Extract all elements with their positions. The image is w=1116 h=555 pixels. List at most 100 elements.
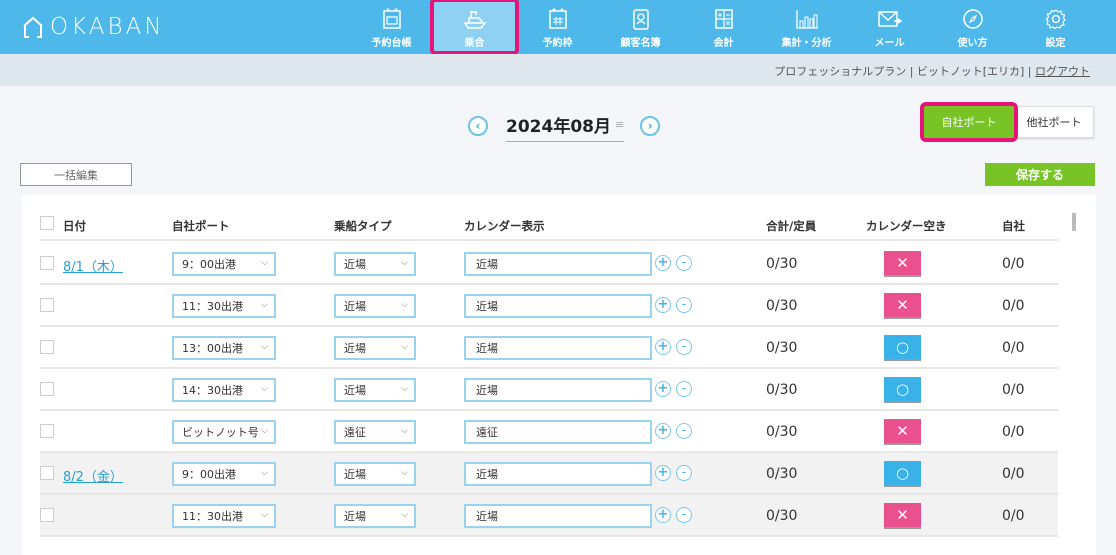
- table-row: ビットノット号 ⌵ 遠征 ⌵ 遠征 + -0/30 ✕ 0/0: [40, 411, 1058, 453]
- add-row-button[interactable]: +: [655, 381, 671, 397]
- boarding-type-select[interactable]: 近場 ⌵: [334, 336, 416, 360]
- port-select[interactable]: 9：00出港 ⌵: [172, 252, 276, 276]
- nav-item-shared-boat[interactable]: 乗合: [430, 0, 519, 55]
- own-port-tab[interactable]: 自社ポート: [920, 102, 1018, 142]
- nav-item-accounting[interactable]: 会計: [682, 0, 765, 54]
- port-select[interactable]: 9：00出港 ⌵: [172, 462, 276, 486]
- other-port-tab[interactable]: 他社ポート: [1014, 106, 1094, 138]
- logout-link[interactable]: ログアウト: [1035, 65, 1090, 78]
- next-month-button[interactable]: ›: [640, 116, 661, 136]
- row-checkbox[interactable]: [40, 508, 54, 522]
- remove-row-button[interactable]: -: [676, 423, 692, 439]
- plus-icon: +: [657, 255, 669, 270]
- availability-toggle[interactable]: ✕: [884, 293, 921, 317]
- add-row-button[interactable]: +: [655, 339, 671, 355]
- nav-item-reservation-ledger[interactable]: 予約台帳: [350, 0, 433, 54]
- plus-icon: +: [657, 465, 669, 480]
- total-capacity: 0/30: [766, 340, 798, 356]
- availability-toggle[interactable]: ✕: [884, 419, 921, 443]
- date-link[interactable]: 8/1（木）: [63, 256, 123, 275]
- chevron-down-icon: ⌵: [261, 384, 268, 394]
- availability-toggle[interactable]: ✕: [884, 503, 921, 527]
- nav-item-mail[interactable]: メール: [848, 0, 931, 54]
- boarding-type-select[interactable]: 近場 ⌵: [334, 504, 416, 528]
- add-row-button[interactable]: +: [655, 255, 671, 271]
- address-book-icon: [632, 9, 649, 30]
- header-calendar: カレンダー表示: [464, 219, 545, 233]
- calendar-display-value: 近場: [476, 384, 498, 397]
- month-selector[interactable]: 2024年08月 ≡: [506, 110, 625, 142]
- horizontal-scrollbar[interactable]: [1072, 213, 1076, 231]
- prev-month-button[interactable]: ‹: [468, 116, 488, 136]
- boarding-type-select[interactable]: 近場 ⌵: [334, 462, 416, 486]
- row-checkbox[interactable]: [40, 298, 54, 312]
- cross-icon: ✕: [896, 296, 909, 314]
- main-nav: 予約台帳 乗合 予約枠 顧客名簿 会計 集計・分析 メール 使い方 設定: [350, 0, 1097, 55]
- port-select-value: 9：00出港: [182, 468, 236, 481]
- remove-row-button[interactable]: -: [676, 507, 692, 523]
- row-checkbox[interactable]: [40, 466, 54, 480]
- row-checkbox[interactable]: [40, 382, 54, 396]
- nav-item-analytics[interactable]: 集計・分析: [765, 0, 848, 54]
- boarding-type-select[interactable]: 近場 ⌵: [334, 252, 416, 276]
- boarding-type-select[interactable]: 近場 ⌵: [334, 378, 416, 402]
- add-row-button[interactable]: +: [655, 507, 671, 523]
- nav-item-settings[interactable]: 設定: [1014, 0, 1097, 54]
- availability-toggle[interactable]: ○: [884, 335, 921, 359]
- plus-icon: +: [657, 297, 669, 312]
- row-checkbox[interactable]: [40, 340, 54, 354]
- calendar-display-input[interactable]: 近場: [464, 462, 652, 486]
- port-select[interactable]: 11：30出港 ⌵: [172, 294, 276, 318]
- calculator-icon: [714, 9, 733, 29]
- gear-icon: [1045, 9, 1066, 30]
- port-select[interactable]: 13：00出港 ⌵: [172, 336, 276, 360]
- port-toggle: 自社ポート 他社ポート: [920, 102, 1094, 142]
- calendar-display-input[interactable]: 近場: [464, 378, 652, 402]
- port-select[interactable]: 11：30出港 ⌵: [172, 504, 276, 528]
- plus-icon: +: [657, 423, 669, 438]
- remove-row-button[interactable]: -: [676, 297, 692, 313]
- calendar-display-input[interactable]: 近場: [464, 336, 652, 360]
- remove-row-button[interactable]: -: [676, 381, 692, 397]
- nav-item-how-to-use[interactable]: 使い方: [931, 0, 1014, 54]
- calendar-display-input[interactable]: 近場: [464, 252, 652, 276]
- type-select-value: 近場: [344, 468, 366, 481]
- calendar-display-input[interactable]: 遠征: [464, 420, 652, 444]
- nav-item-customer-list[interactable]: 顧客名簿: [599, 0, 682, 54]
- plus-icon: +: [657, 381, 669, 396]
- bulk-edit-button[interactable]: 一括編集: [20, 163, 132, 186]
- add-row-button[interactable]: +: [655, 423, 671, 439]
- header-own: 自社: [1002, 219, 1025, 233]
- add-row-button[interactable]: +: [655, 297, 671, 313]
- cross-icon: ✕: [896, 422, 909, 440]
- port-select[interactable]: ビットノット号 ⌵: [172, 420, 276, 444]
- chevron-down-icon: ⌵: [401, 384, 408, 394]
- availability-toggle[interactable]: ○: [884, 377, 921, 401]
- availability-toggle[interactable]: ✕: [884, 251, 921, 275]
- boat-icon: [463, 11, 487, 29]
- separator: |: [1024, 65, 1035, 78]
- calendar-display-input[interactable]: 近場: [464, 294, 652, 318]
- add-row-button[interactable]: +: [655, 465, 671, 481]
- minus-icon: -: [681, 381, 687, 396]
- row-checkbox[interactable]: [40, 424, 54, 438]
- row-checkbox[interactable]: [40, 256, 54, 270]
- remove-row-button[interactable]: -: [676, 465, 692, 481]
- okaban-logo[interactable]: OKABAN: [20, 12, 165, 42]
- port-select[interactable]: 14：30出港 ⌵: [172, 378, 276, 402]
- calendar-display-value: 遠征: [476, 426, 498, 439]
- circle-icon: ○: [895, 380, 910, 398]
- nav-item-reservation-slots[interactable]: 予約枠: [516, 0, 599, 54]
- chevron-down-icon: ⌵: [261, 342, 268, 352]
- chevron-down-icon: ⌵: [261, 258, 268, 268]
- port-select-value: ビットノット号: [182, 426, 259, 439]
- calendar-display-input[interactable]: 近場: [464, 504, 652, 528]
- save-button[interactable]: 保存する: [985, 163, 1095, 186]
- boarding-type-select[interactable]: 近場 ⌵: [334, 294, 416, 318]
- date-link[interactable]: 8/2（金）: [63, 466, 123, 485]
- remove-row-button[interactable]: -: [676, 339, 692, 355]
- availability-toggle[interactable]: ○: [884, 461, 921, 485]
- select-all-checkbox[interactable]: [40, 216, 54, 230]
- remove-row-button[interactable]: -: [676, 255, 692, 271]
- boarding-type-select[interactable]: 遠征 ⌵: [334, 420, 416, 444]
